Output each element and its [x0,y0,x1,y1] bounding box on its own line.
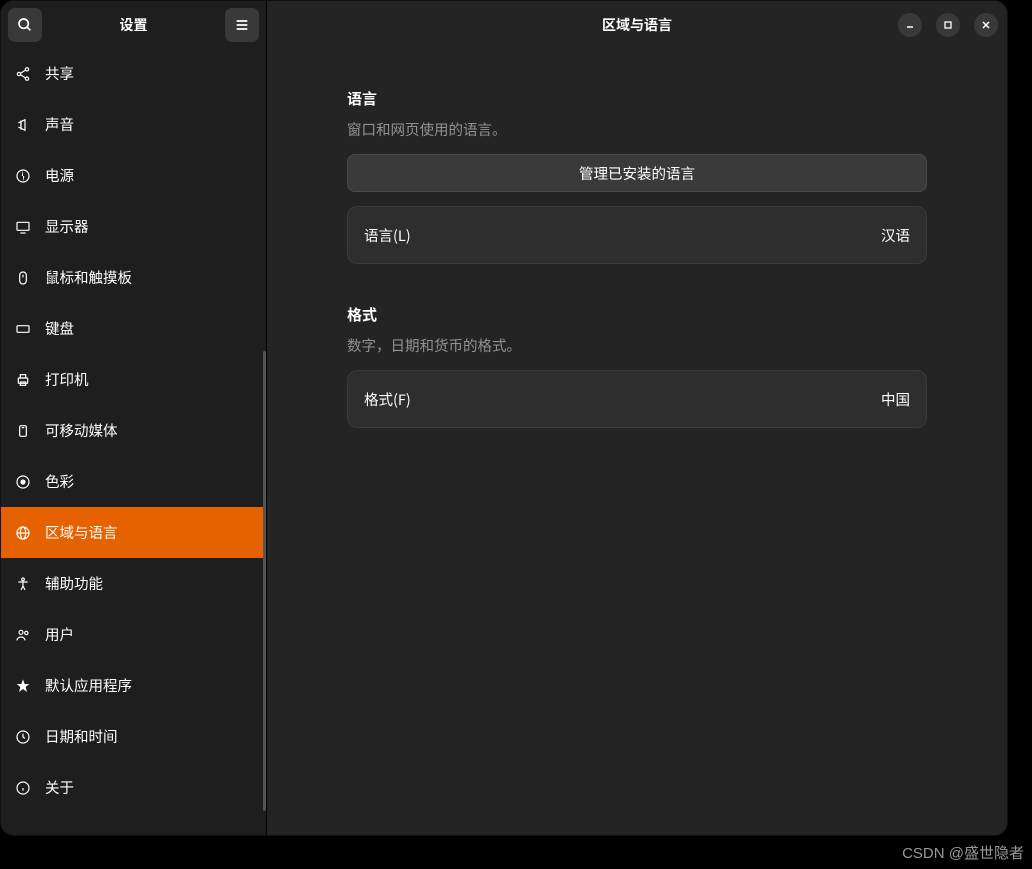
sidebar-item-power[interactable]: 电源 [1,150,266,201]
close-button[interactable] [974,13,998,37]
info-icon [15,780,31,796]
maximize-button[interactable] [936,13,960,37]
sidebar-item-keyboard[interactable]: 键盘 [1,303,266,354]
sidebar-scrollbar[interactable] [263,351,266,811]
sidebar-item-label: 共享 [45,63,74,84]
format-section-title: 格式 [347,304,927,325]
manage-installed-languages-button[interactable]: 管理已安装的语言 [347,154,927,192]
format-row-label: 格式(F) [364,389,411,410]
printer-icon [15,372,31,388]
minimize-icon [905,20,915,30]
power-icon [15,168,31,184]
mouse-icon [15,270,31,286]
sidebar-item-label: 打印机 [45,369,89,390]
sidebar-item-accessibility[interactable]: 辅助功能 [1,558,266,609]
main-header: 区域与语言 [267,1,1007,48]
sidebar-item-region-language[interactable]: 区域与语言 [1,507,266,558]
sidebar-item-label: 关于 [45,777,74,798]
language-section-desc: 窗口和网页使用的语言。 [347,119,927,140]
users-icon [15,627,31,643]
sidebar-item-label: 键盘 [45,318,74,339]
star-icon [15,678,31,694]
share-icon [15,66,31,82]
sidebar-item-sound[interactable]: 声音 [1,99,266,150]
sidebar-item-sharing[interactable]: 共享 [1,48,266,99]
media-icon [15,423,31,439]
sidebar-item-label: 用户 [45,624,74,645]
sidebar-title: 设置 [48,15,219,35]
color-icon [15,474,31,490]
manage-button-label: 管理已安装的语言 [579,163,695,184]
sidebar-item-removable-media[interactable]: 可移动媒体 [1,405,266,456]
language-row-label: 语言(L) [364,225,411,246]
sidebar-item-label: 日期和时间 [45,726,118,747]
close-icon [981,20,991,30]
sidebar-item-printers[interactable]: 打印机 [1,354,266,405]
sidebar-item-label: 电源 [45,165,74,186]
menu-button[interactable] [225,8,259,42]
sidebar-item-label: 显示器 [45,216,89,237]
search-icon [17,17,33,33]
globe-icon [15,525,31,541]
language-row-value: 汉语 [881,225,910,246]
format-section-desc: 数字，日期和货币的格式。 [347,335,927,356]
maximize-icon [943,20,953,30]
sidebar-header: 设置 [1,1,266,48]
format-row-value: 中国 [881,389,910,410]
sidebar-item-label: 色彩 [45,471,74,492]
clock-icon [15,729,31,745]
accessibility-icon [15,576,31,592]
sidebar-list: 共享 声音 电源 显示器 鼠标和触摸板 键盘 打印机 可移动媒体 色彩 区域与语… [1,48,266,835]
page-title: 区域与语言 [602,15,672,35]
sound-icon [15,117,31,133]
sidebar-item-mouse[interactable]: 鼠标和触摸板 [1,252,266,303]
keyboard-icon [15,321,31,337]
sidebar-item-datetime[interactable]: 日期和时间 [1,711,266,762]
sidebar-item-color[interactable]: 色彩 [1,456,266,507]
main-content: 语言 窗口和网页使用的语言。 管理已安装的语言 语言(L) 汉语 格式 数字，日… [267,48,1007,835]
sidebar-item-default-apps[interactable]: 默认应用程序 [1,660,266,711]
settings-window: 设置 共享 声音 电源 显示器 鼠标和触摸板 键盘 打印机 可移动媒体 色彩 区… [0,0,1008,836]
sidebar-item-label: 可移动媒体 [45,420,118,441]
language-row[interactable]: 语言(L) 汉语 [347,206,927,264]
window-controls [898,13,998,37]
search-button[interactable] [8,8,42,42]
sidebar-item-users[interactable]: 用户 [1,609,266,660]
sidebar-item-about[interactable]: 关于 [1,762,266,813]
watermark: CSDN @盛世隐者 [902,842,1024,863]
format-row[interactable]: 格式(F) 中国 [347,370,927,428]
sidebar-item-label: 区域与语言 [45,522,118,543]
sidebar: 设置 共享 声音 电源 显示器 鼠标和触摸板 键盘 打印机 可移动媒体 色彩 区… [1,1,267,835]
sidebar-item-label: 鼠标和触摸板 [45,267,132,288]
sidebar-item-displays[interactable]: 显示器 [1,201,266,252]
minimize-button[interactable] [898,13,922,37]
language-section-title: 语言 [347,88,927,109]
display-icon [15,219,31,235]
hamburger-icon [234,17,250,33]
main-panel: 区域与语言 语言 窗口和网页使用的语言。 管理已安装的语言 语言(L) 汉语 格… [267,1,1007,835]
sidebar-item-label: 默认应用程序 [45,675,132,696]
sidebar-item-label: 辅助功能 [45,573,103,594]
sidebar-item-label: 声音 [45,114,74,135]
